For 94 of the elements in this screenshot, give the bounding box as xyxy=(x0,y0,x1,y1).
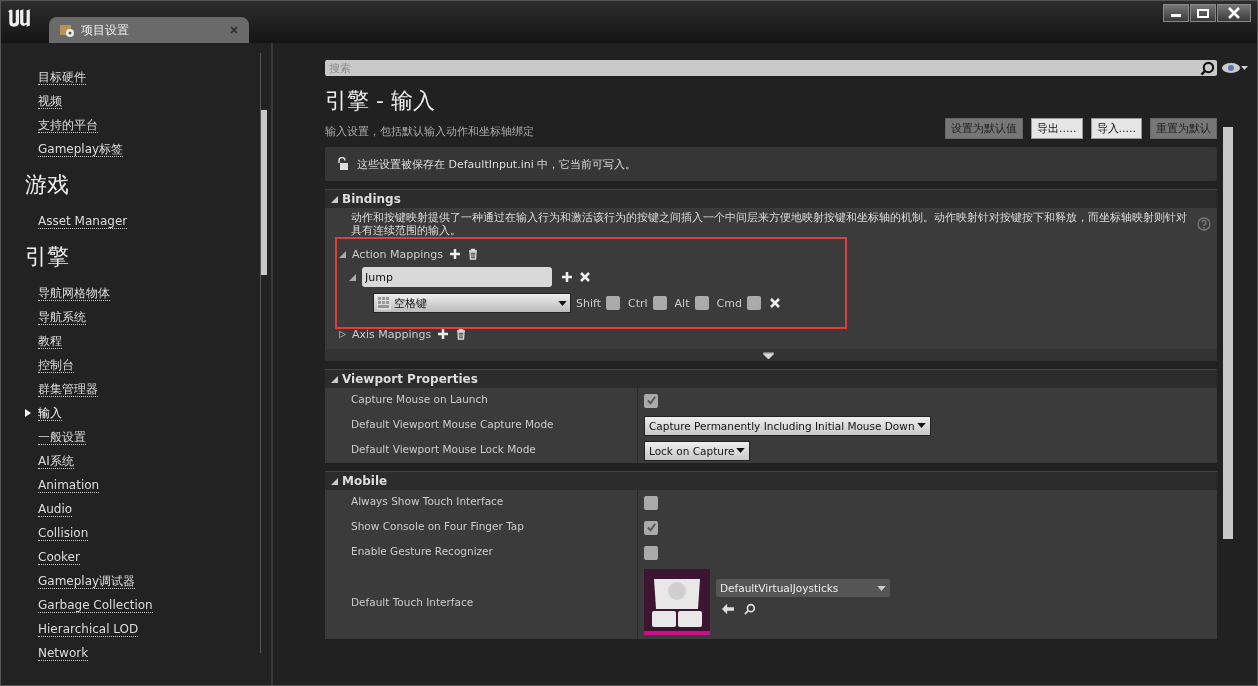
sidebar-item[interactable]: 教程 xyxy=(38,333,62,349)
modifier-label: Alt xyxy=(674,296,690,310)
checkbox[interactable] xyxy=(746,296,761,310)
checkbox[interactable] xyxy=(606,296,620,310)
sidebar-item[interactable]: Cooker xyxy=(38,549,80,565)
close-button[interactable] xyxy=(1217,4,1251,22)
action-name-field[interactable]: Jump xyxy=(362,267,552,287)
sidebar-item[interactable]: Garbage Collection xyxy=(38,597,153,613)
checkbox[interactable] xyxy=(644,495,658,510)
sidebar-item[interactable]: Gameplay调试器 xyxy=(38,573,136,589)
action-button[interactable]: 导入..... xyxy=(1090,118,1142,139)
add-icon[interactable] xyxy=(437,328,450,340)
page-title: 引擎 - 输入 xyxy=(325,87,436,115)
property-label: Default Viewport Mouse Lock Mode xyxy=(351,443,536,455)
page-subtitle: 输入设置，包括默认输入动作和坐标轴绑定 xyxy=(325,124,534,139)
add-icon[interactable] xyxy=(561,271,573,283)
checkbox[interactable] xyxy=(644,393,658,408)
category-heading: 游戏 xyxy=(25,171,70,199)
sidebar-item[interactable]: Asset Manager xyxy=(38,213,128,229)
joystick-thumbnail xyxy=(644,569,710,635)
checkbox[interactable] xyxy=(644,520,658,535)
sidebar-item[interactable]: Collision xyxy=(38,525,89,541)
keyboard-icon xyxy=(377,296,391,310)
maximize-button[interactable] xyxy=(1190,4,1216,22)
sidebar-item[interactable]: 视频 xyxy=(38,93,62,109)
dropdown[interactable]: Lock on Capture xyxy=(644,440,751,461)
section-title: Bindings xyxy=(342,192,401,206)
document-tab[interactable]: 项目设置 xyxy=(49,17,249,43)
category-heading: 引擎 xyxy=(25,243,70,271)
checkbox[interactable] xyxy=(652,296,667,310)
expand-down-icon xyxy=(762,351,774,359)
mapping-label: Action Mappings xyxy=(352,247,443,261)
checkbox[interactable] xyxy=(644,545,658,560)
asset-dropdown[interactable]: DefaultVirtualJoysticks xyxy=(716,579,890,597)
caret-icon xyxy=(736,448,746,453)
property-label: Default Touch Interface xyxy=(351,596,474,608)
engine-logo-icon xyxy=(6,7,32,29)
dropdown[interactable]: Capture Permanently Including Initial Mouse Down xyxy=(644,415,931,436)
expand-arrow-icon[interactable] xyxy=(339,250,346,258)
key-dropdown[interactable]: 空格键 xyxy=(373,293,571,313)
property-label: Capture Mouse on Launch xyxy=(351,393,488,405)
property-label: Enable Gesture Recognizer xyxy=(351,545,493,557)
search-icon[interactable] xyxy=(744,603,756,615)
left-arrow-icon[interactable] xyxy=(722,603,734,615)
sidebar-item[interactable]: Network xyxy=(38,645,89,661)
sidebar-item[interactable]: Gameplay标签 xyxy=(38,141,124,157)
section-header[interactable]: Viewport Properties xyxy=(325,369,1217,388)
modifier-label: Shift xyxy=(576,296,601,310)
help-icon[interactable] xyxy=(1197,217,1211,231)
minimize-button[interactable] xyxy=(1163,4,1189,22)
trash-icon[interactable] xyxy=(455,328,468,340)
section-title: Viewport Properties xyxy=(342,372,478,386)
eye-icon[interactable] xyxy=(1221,62,1249,74)
settings-folder-icon xyxy=(59,22,75,38)
sidebar-item[interactable]: AI系统 xyxy=(38,453,74,469)
trash-icon[interactable] xyxy=(466,248,479,260)
scrollbar[interactable] xyxy=(1223,127,1233,539)
section-title: Mobile xyxy=(342,474,388,488)
add-icon[interactable] xyxy=(448,248,461,260)
checkbox[interactable] xyxy=(694,296,709,310)
section-header[interactable]: Mobile xyxy=(325,471,1217,490)
section-header[interactable]: Bindings xyxy=(325,189,1217,208)
mapping-label: Axis Mappings xyxy=(352,327,432,341)
caret-icon xyxy=(916,423,926,428)
sidebar-item[interactable]: 控制台 xyxy=(38,357,74,373)
expand-arrow-icon[interactable] xyxy=(349,273,356,281)
property-label: Default Viewport Mouse Capture Mode xyxy=(351,418,554,430)
info-text: 这些设置被保存在 DefaultInput.ini 中，它当前可写入。 xyxy=(357,156,637,172)
sidebar-item[interactable]: 一般设置 xyxy=(38,429,86,445)
sidebar-item[interactable]: Audio xyxy=(38,501,73,517)
modifier-label: Ctrl xyxy=(628,296,648,310)
sidebar-item[interactable]: 支持的平台 xyxy=(38,117,98,133)
sidebar-item[interactable]: 群集管理器 xyxy=(38,381,98,397)
caret-icon xyxy=(558,300,567,306)
sidebar-item[interactable]: 目标硬件 xyxy=(38,69,86,85)
sidebar-item[interactable]: 导航系统 xyxy=(38,309,86,325)
caret-icon xyxy=(877,585,886,591)
tab-title: 项目设置 xyxy=(81,21,130,39)
maximize-icon xyxy=(1195,8,1211,18)
action-button[interactable]: 导出..... xyxy=(1031,118,1083,139)
sidebar-item[interactable]: 导航网格物体 xyxy=(38,285,110,301)
scrollbar[interactable] xyxy=(260,53,267,653)
close-icon xyxy=(1226,7,1242,19)
search-icon xyxy=(1200,61,1215,76)
sidebar-item[interactable]: 输入 xyxy=(38,405,62,421)
search-field[interactable]: 搜索 xyxy=(325,60,1217,76)
section-description: 动作和按键映射提供了一种通过在输入行为和激活该行为的按键之间插入一个中间层来方便地映射按键和坐标轴的机制。动作映射针对按键按下和释放，而坐标轴映射则针对具有连续范围的输入。 xyxy=(351,211,1188,237)
unlock-icon xyxy=(337,157,349,171)
sidebar-item[interactable]: Hierarchical LOD xyxy=(38,621,139,637)
property-label: Always Show Touch Interface xyxy=(351,495,504,507)
modifier-label: Cmd xyxy=(716,296,742,310)
sidebar-item[interactable]: Animation xyxy=(38,477,100,493)
property-label: Show Console on Four Finger Tap xyxy=(351,520,524,532)
expand-arrow-icon[interactable] xyxy=(339,330,346,338)
